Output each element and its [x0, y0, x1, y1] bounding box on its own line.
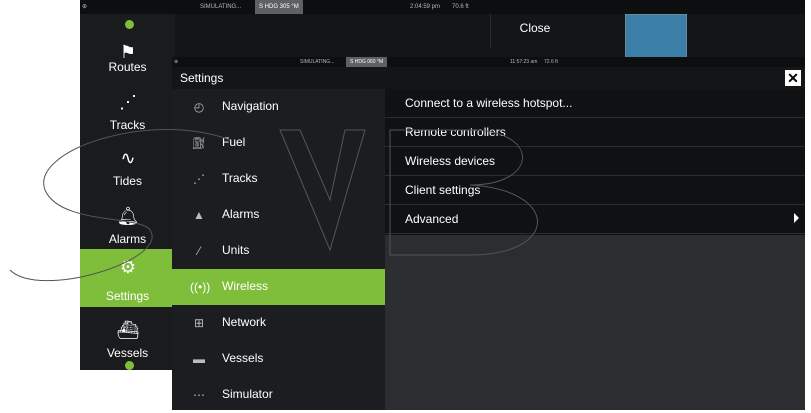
chevron-right-icon	[794, 213, 799, 223]
option-advanced[interactable]: Advanced	[385, 205, 805, 234]
wireless-icon: ((•))	[190, 280, 211, 294]
network-icon: ⊞	[193, 316, 205, 330]
option-label: Wireless devices	[405, 154, 496, 168]
category-units[interactable]: ⁄ Units	[172, 233, 385, 269]
category-label: Simulator	[222, 387, 273, 401]
category-navigation[interactable]: ◴ Navigation	[172, 89, 385, 125]
category-vessels[interactable]: ▬ Vessels	[172, 341, 385, 377]
depth-readout: 72.6 ft	[544, 59, 558, 65]
menu-item-tides[interactable]: ∿ Tides	[80, 142, 175, 202]
category-label: Tracks	[222, 171, 258, 185]
gear-icon: ⚙	[119, 257, 137, 277]
menu-item-tracks[interactable]: ⋰ Tracks	[80, 86, 175, 146]
menu-label: Settings	[105, 289, 150, 303]
alarm-bell-icon: ▲	[193, 208, 205, 222]
menu-label: Tracks	[109, 118, 146, 132]
scroll-up-indicator[interactable]	[125, 20, 134, 29]
simulator-icon: ⋯	[193, 388, 205, 402]
category-label: Alarms	[222, 207, 260, 221]
close-button[interactable]: Close	[490, 14, 579, 48]
tracks-icon: ⋰	[119, 92, 137, 112]
dialog-title: Settings	[180, 71, 224, 85]
tides-icon: ∿	[120, 148, 136, 168]
menu-label: Alarms	[108, 232, 147, 246]
option-label: Connect to a wireless hotspot...	[405, 96, 573, 110]
settings-dialog: ⊕ SIMULATING... S HDG 060 °M 11:57:23 am…	[172, 57, 805, 410]
alarm-bell-icon: 🔔︎	[116, 206, 140, 226]
sim-status: SIMULATING...	[200, 4, 242, 10]
menu-item-settings[interactable]: ⚙ Settings	[80, 249, 175, 307]
ruler-icon: ⁄	[197, 244, 200, 258]
status-bar: ⊕ SIMULATING... S HDG 060 °M 11:57:23 am…	[172, 57, 805, 67]
compass-icon: ◴	[193, 100, 205, 114]
option-remote-controllers[interactable]: Remote controllers	[385, 118, 805, 147]
time-readout: 11:57:23 am	[510, 59, 538, 65]
dialog-title-bar: Settings ✕	[172, 67, 805, 89]
category-label: Fuel	[222, 135, 246, 149]
depth-readout: 70.6 ft	[452, 4, 469, 10]
fuel-icon: ⛽︎	[191, 136, 207, 150]
sim-status: SIMULATING...	[300, 59, 335, 65]
option-client-settings[interactable]: Client settings	[385, 176, 805, 205]
vessels-icon: ⛴	[116, 320, 140, 340]
menu-label: Vessels	[106, 346, 149, 360]
category-simulator[interactable]: ⋯ Simulator	[172, 377, 385, 413]
left-menu: ⚑ Routes ⋰ Tracks ∿ Tides 🔔︎ Alarms ⚙ Se…	[80, 14, 175, 370]
menu-label: Tides	[113, 174, 142, 188]
category-label: Units	[222, 243, 250, 257]
category-wireless[interactable]: ((•)) Wireless	[172, 269, 385, 305]
close-icon[interactable]: ✕	[785, 70, 801, 86]
option-connect-hotspot[interactable]: Connect to a wireless hotspot...	[385, 89, 805, 118]
category-label: Network	[222, 315, 267, 329]
category-label: Wireless	[222, 279, 269, 293]
option-label: Advanced	[405, 212, 459, 226]
globe-icon: ⊕	[174, 59, 179, 65]
category-label: Vessels	[222, 351, 264, 365]
category-tracks[interactable]: ⋰ Tracks	[172, 161, 385, 197]
background-screen: ⊕ SIMULATING... S HDG 305 °M 2:04:59 pm …	[80, 0, 805, 65]
category-fuel[interactable]: ⛽︎ Fuel	[172, 125, 385, 161]
category-label: Navigation	[222, 99, 279, 113]
option-label: Client settings	[405, 183, 481, 197]
heading-readout: S HDG 060 °M	[346, 57, 388, 67]
status-bar: ⊕ SIMULATING... S HDG 305 °M 2:04:59 pm …	[80, 0, 805, 14]
chart-thumbnail[interactable]	[625, 14, 687, 58]
vessels-icon: ▬	[193, 352, 205, 366]
category-list: ◴ Navigation ⛽︎ Fuel ⋰ Tracks ▲ Alarms ⁄…	[172, 89, 385, 410]
category-alarms[interactable]: ▲ Alarms	[172, 197, 385, 233]
time-readout: 2:04:59 pm	[410, 4, 441, 10]
globe-icon: ⊕	[82, 4, 88, 10]
option-label: Remote controllers	[405, 125, 506, 139]
tracks-icon: ⋰	[193, 172, 205, 186]
scroll-down-indicator[interactable]	[125, 361, 134, 370]
options-list: Connect to a wireless hotspot... Remote …	[385, 89, 805, 235]
category-network[interactable]: ⊞ Network	[172, 305, 385, 341]
option-wireless-devices[interactable]: Wireless devices	[385, 147, 805, 176]
menu-label: Routes	[108, 60, 147, 74]
heading-readout: S HDG 305 °M	[255, 0, 303, 14]
